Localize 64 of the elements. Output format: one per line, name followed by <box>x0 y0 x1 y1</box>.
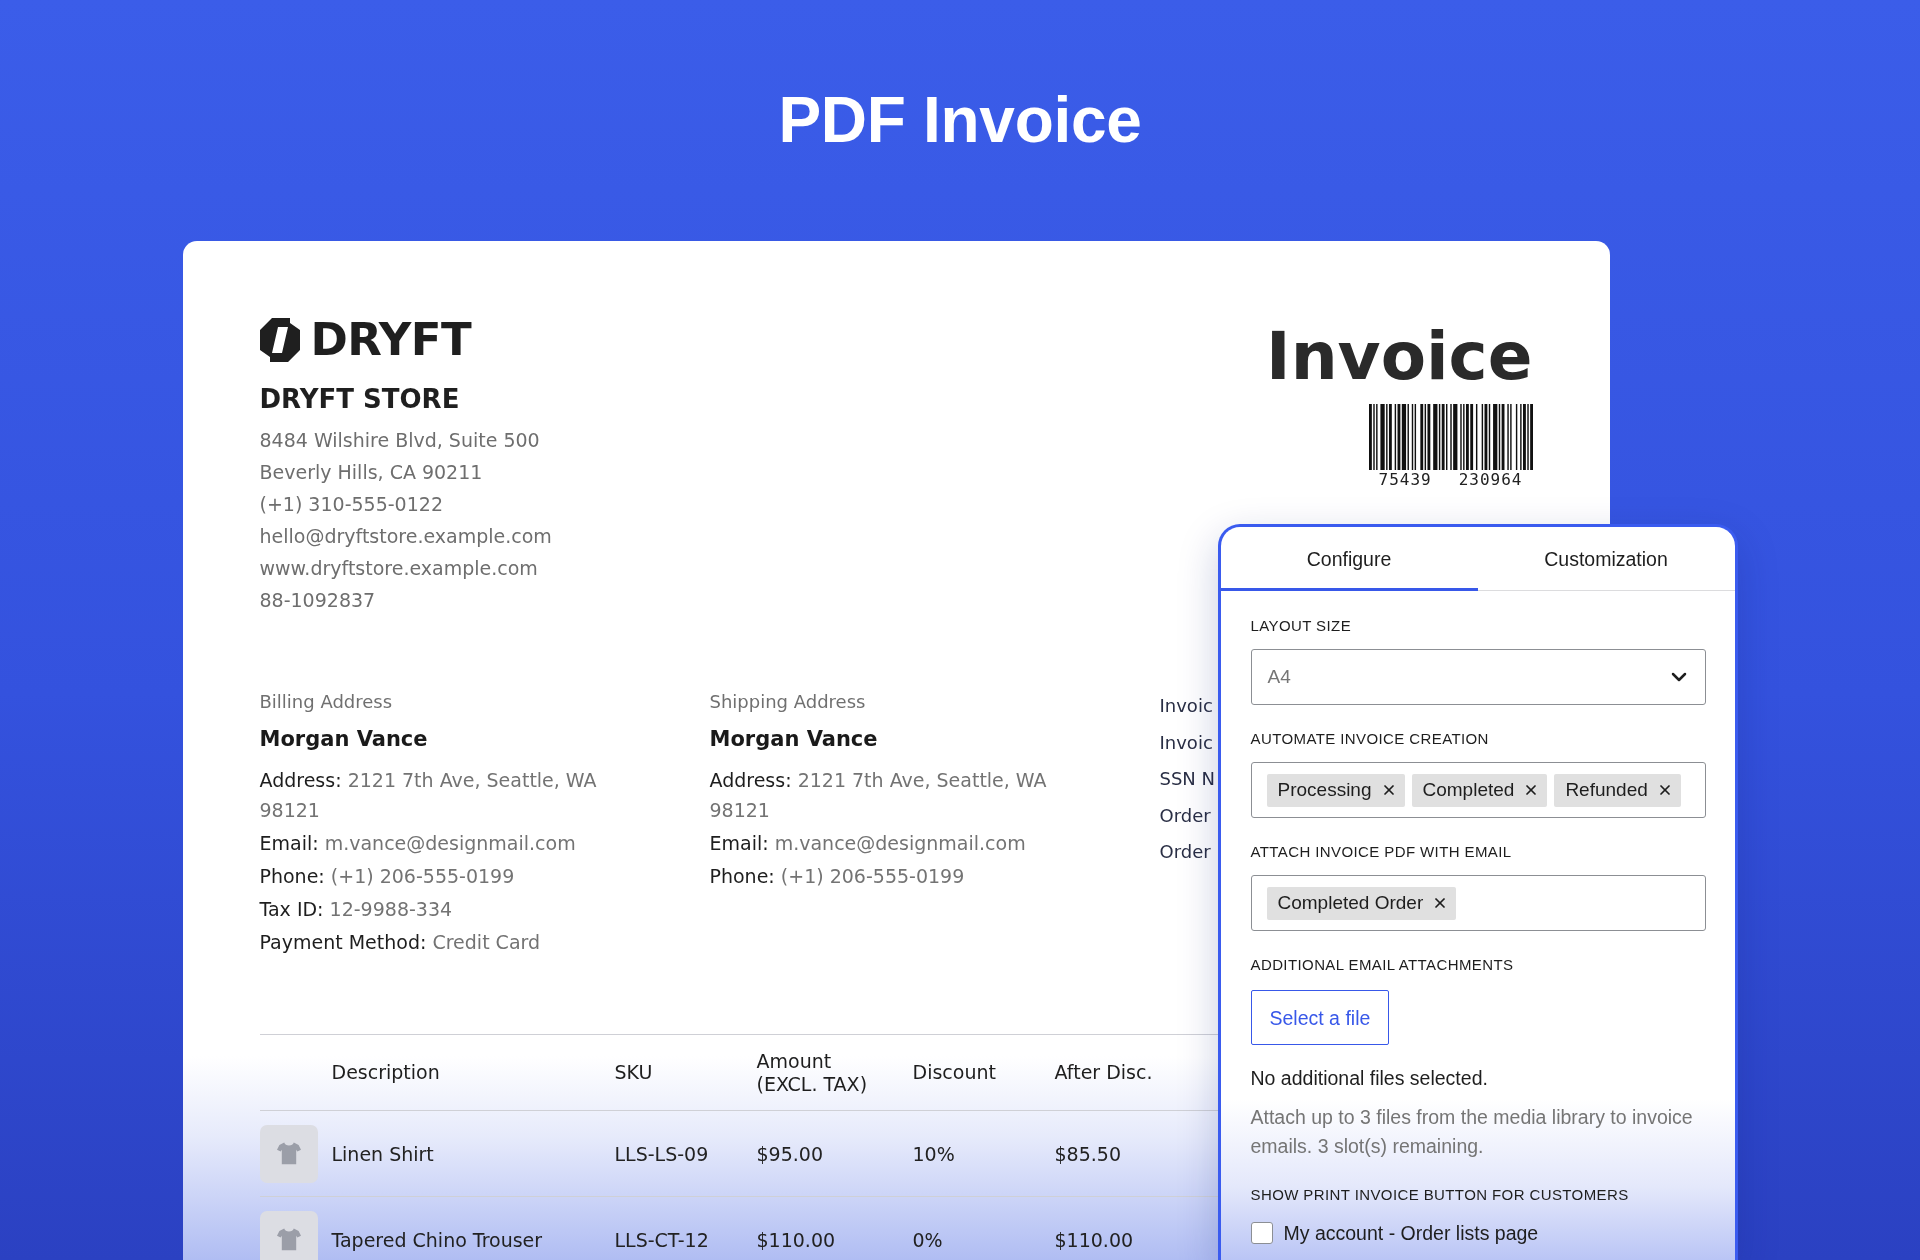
barcode-number: 230964 <box>1458 470 1523 490</box>
select-field[interactable]: A4 <box>1250 649 1706 705</box>
column-header: Discount <box>912 1061 997 1084</box>
invoice-meta-text: Order <box>1159 803 1211 828</box>
store-detail: hello@dryftstore.example.com <box>259 524 552 549</box>
help-text: Attach up to 3 files from the media library to invoice emails. 3 slot(s) remaining. <box>1250 1105 1694 1159</box>
tag-label: Processing <box>1277 778 1372 802</box>
table-cell: LLS-LS-09 <box>614 1141 709 1166</box>
select-file-button[interactable]: Select a file <box>1250 990 1390 1045</box>
section-label: ATTACH INVOICE PDF WITH EMAIL <box>1250 842 1512 862</box>
column-header: Amount (EXCL. TAX) <box>756 1049 869 1096</box>
table-cell: Linen Shirt <box>331 1141 434 1166</box>
shirt-icon <box>259 1124 318 1183</box>
table-cell: $95.00 <box>756 1141 823 1166</box>
store-detail: 88-1092837 <box>259 588 377 613</box>
tab[interactable]: Configure <box>1220 527 1478 591</box>
store-detail: www.dryftstore.example.com <box>259 556 539 581</box>
tag-input-field[interactable]: Completed Order <box>1250 875 1706 931</box>
tag-label: Refunded <box>1565 778 1648 802</box>
section-label: LAYOUT SIZE <box>1250 616 1352 636</box>
logo-icon <box>259 318 300 362</box>
store-detail: Beverly Hills, CA 90211 <box>259 460 484 485</box>
address-heading: Billing Address <box>259 690 394 714</box>
table-cell: $110.00 <box>756 1227 836 1252</box>
column-header: Description <box>331 1061 441 1084</box>
tag-label: Completed <box>1422 778 1515 802</box>
shirt-icon <box>259 1210 318 1260</box>
checkbox-label: My account - Order lists page <box>1283 1221 1539 1246</box>
table-cell: Tapered Chino Trouser <box>331 1227 543 1252</box>
column-header: After Disc. <box>1054 1061 1154 1084</box>
customer-name: Morgan Vance <box>709 726 879 753</box>
invoice-meta-text: Order <box>1159 840 1211 864</box>
checkbox[interactable] <box>1250 1222 1273 1244</box>
invoice-meta-text: Invoic <box>1159 694 1213 718</box>
table-cell: 0% <box>912 1227 943 1252</box>
tag-input-field[interactable]: Processing Completed Refunded <box>1250 762 1706 818</box>
barcode-number: 75439 <box>1378 470 1432 490</box>
section-label: AUTOMATE INVOICE CREATION <box>1250 729 1489 749</box>
table-cell: $110.00 <box>1054 1227 1134 1252</box>
address-detail: Tax ID: 12-9988-334 <box>259 897 454 922</box>
address-detail: Email: m.vance@designmail.com <box>259 831 577 856</box>
page-title: PDF Invoice <box>778 83 1142 158</box>
tab[interactable]: Customization <box>1477 527 1735 591</box>
section-label: SHOW PRINT INVOICE BUTTON FOR CUSTOMERS <box>1250 1185 1629 1205</box>
address-detail: Email: m.vance@designmail.com <box>709 831 1027 856</box>
invoice-title: Invoice <box>1266 324 1533 390</box>
tag-label: Completed Order <box>1277 891 1424 915</box>
invoice-meta-text: SSN N <box>1159 767 1215 791</box>
address-detail: Phone: (+1) 206-555-0199 <box>709 864 966 889</box>
table-cell: LLS-CT-12 <box>614 1227 709 1252</box>
file-status-text: No additional files selected. <box>1250 1066 1488 1091</box>
address-detail: Payment Method: Credit Card <box>259 930 542 955</box>
table-cell: 10% <box>912 1141 955 1166</box>
invoice-meta-text: Invoic <box>1159 730 1213 755</box>
section-label: ADDITIONAL EMAIL ATTACHMENTS <box>1250 955 1514 975</box>
table-cell: $85.50 <box>1054 1141 1121 1166</box>
brand-name: DRYFT <box>310 318 472 362</box>
store-detail: (+1) 310-555-0122 <box>259 492 444 517</box>
address-heading: Shipping Address <box>709 690 867 714</box>
customer-name: Morgan Vance <box>259 726 429 753</box>
address-detail: Phone: (+1) 206-555-0199 <box>259 864 516 889</box>
store-detail: 8484 Wilshire Blvd, Suite 500 <box>259 428 541 453</box>
store-name: DRYFT STORE <box>259 383 461 415</box>
column-header: SKU <box>614 1061 654 1084</box>
